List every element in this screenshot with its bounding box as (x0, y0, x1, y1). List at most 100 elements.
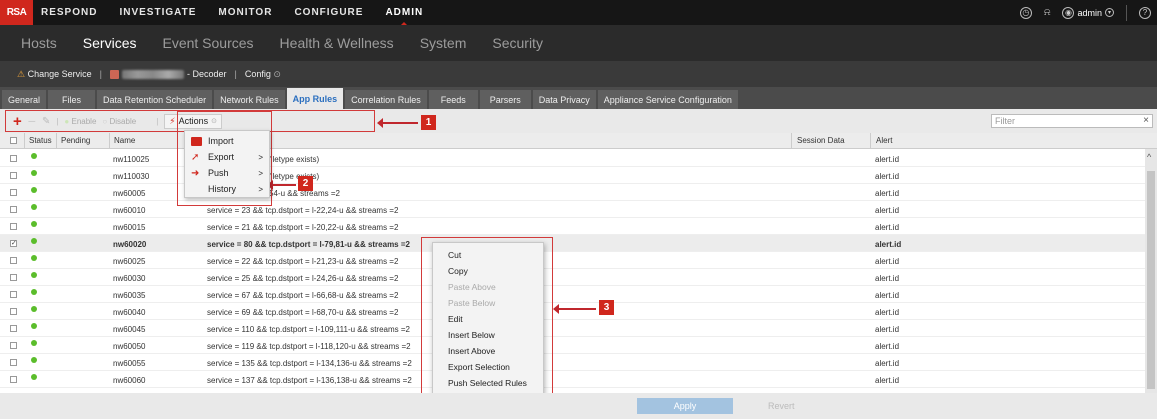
menu-item-export[interactable]: ➚ Export > (185, 149, 271, 165)
table-row[interactable]: nw110030filename exists || filetype exis… (0, 167, 1145, 184)
tab-appliance-service-configuration[interactable]: Appliance Service Configuration (597, 90, 738, 109)
subnav-health-wellness[interactable]: Health & Wellness (280, 35, 394, 51)
filter-placeholder: Filter (995, 116, 1015, 126)
nav-monitor[interactable]: MONITOR (218, 7, 272, 18)
rule-name: nw110025 (113, 155, 150, 164)
row-checkbox[interactable] (10, 359, 17, 366)
table-row[interactable]: nw60005 tcp.dstport = l-52,54-u && stream… (0, 184, 1145, 201)
row-checkbox[interactable] (10, 325, 17, 332)
subnav-services[interactable]: Services (83, 35, 137, 51)
nav-respond[interactable]: RESPOND (41, 7, 97, 18)
header-session-data[interactable]: Session Data (797, 136, 845, 145)
table-row[interactable]: nw60050 service = 119 && tcp.dstport = l-… (0, 337, 1145, 354)
row-checkbox[interactable] (10, 172, 17, 179)
subnav-event-sources[interactable]: Event Sources (162, 35, 253, 51)
revert-button[interactable]: Revert (768, 401, 795, 411)
context-item-insert-below[interactable]: Insert Below (448, 330, 495, 340)
tab-data-retention-scheduler[interactable]: Data Retention Scheduler (97, 90, 213, 109)
notification-bell-icon[interactable]: ⍾ (1044, 7, 1051, 18)
tab-files[interactable]: Files (48, 90, 96, 109)
row-checkbox[interactable] (10, 291, 17, 298)
config-dropdown[interactable]: Config ⊙ (245, 69, 281, 80)
table-row[interactable]: nw60010 service = 23 && tcp.dstport = l-2… (0, 201, 1145, 218)
context-item-push-selected-rules[interactable]: Push Selected Rules (448, 378, 527, 388)
callout-1: 1 (421, 115, 436, 130)
tab-feeds[interactable]: Feeds (428, 90, 478, 109)
username: admin (1077, 7, 1102, 18)
row-checkbox[interactable] (10, 189, 17, 196)
table-row[interactable]: nw60015 service = 21 && tcp.dstport = l-2… (0, 218, 1145, 235)
context-item-paste-above[interactable]: Paste Above (448, 282, 496, 292)
tab-app-rules[interactable]: App Rules (286, 88, 344, 109)
select-all-checkbox[interactable] (10, 137, 17, 144)
context-item-paste-below[interactable]: Paste Below (448, 298, 495, 308)
tab-network-rules[interactable]: Network Rules (214, 90, 285, 109)
context-item-insert-above[interactable]: Insert Above (448, 346, 495, 356)
history-icon-placeholder (191, 185, 202, 194)
header-pending[interactable]: Pending (61, 136, 90, 145)
tab-data-privacy[interactable]: Data Privacy (532, 90, 596, 109)
change-service-button[interactable]: ⚠ Change Service (17, 69, 92, 80)
table-row[interactable]: nw60055 service = 135 && tcp.dstport = l-… (0, 354, 1145, 371)
row-checkbox[interactable]: ✓ (10, 240, 17, 247)
app-rules-table: Status Pending Name Session Data Alert n… (0, 133, 1157, 393)
subnav-hosts[interactable]: Hosts (21, 35, 57, 51)
callout-3: 3 (599, 300, 614, 315)
table-row[interactable]: nw60060 service = 137 && tcp.dstport = l-… (0, 371, 1145, 388)
context-item-edit[interactable]: Edit (448, 314, 463, 324)
rule-condition: service = 22 && tcp.dstport = l-21,23-u … (207, 257, 399, 266)
rule-alert: alert.id (875, 155, 900, 164)
row-checkbox[interactable] (10, 257, 17, 264)
scrollbar-thumb[interactable] (1147, 171, 1155, 389)
menu-item-history[interactable]: History > (185, 181, 271, 197)
row-checkbox[interactable] (10, 376, 17, 383)
header-status[interactable]: Status (29, 136, 52, 145)
row-checkbox[interactable] (10, 155, 17, 162)
subnav-system[interactable]: System (420, 35, 467, 51)
rsa-logo[interactable]: RSA (0, 0, 33, 25)
table-row[interactable]: ✓ nw60020 service = 80 && tcp.dstport = l-… (0, 235, 1145, 252)
table-row[interactable]: nw60035 service = 67 && tcp.dstport = l-6… (0, 286, 1145, 303)
help-icon[interactable]: ? (1139, 6, 1151, 19)
vertical-scrollbar[interactable]: ^ (1145, 149, 1157, 393)
divider: | (99, 69, 102, 79)
tab-general[interactable]: General (2, 90, 47, 109)
status-dot-icon (31, 255, 37, 261)
rule-alert: alert.id (875, 172, 900, 181)
timer-icon[interactable]: ◷ (1019, 6, 1032, 19)
table-row[interactable]: nw60030 service = 25 && tcp.dstport = l-2… (0, 269, 1145, 286)
menu-item-push[interactable]: ➜ Push > (185, 165, 271, 181)
nav-investigate[interactable]: INVESTIGATE (119, 7, 196, 18)
nav-configure[interactable]: CONFIGURE (294, 7, 363, 18)
rule-condition: service = 67 && tcp.dstport = l-66,68-u … (207, 291, 399, 300)
row-checkbox[interactable] (10, 274, 17, 281)
header-name[interactable]: Name (114, 136, 135, 145)
table-row[interactable]: nw60040 service = 69 && tcp.dstport = l-6… (0, 303, 1145, 320)
menu-item-import[interactable]: Import (185, 133, 271, 149)
header-alert[interactable]: Alert (876, 136, 892, 145)
subnav-security[interactable]: Security (492, 35, 543, 51)
context-item-cut[interactable]: Cut (448, 250, 461, 260)
context-item-export-selection[interactable]: Export Selection (448, 362, 510, 372)
table-row[interactable]: nw110025filename exists || filetype exis… (0, 150, 1145, 167)
user-menu[interactable]: ◉ admin ▾ (1062, 6, 1114, 19)
annotation-arrow-2 (267, 180, 296, 190)
top-nav: RESPOND INVESTIGATE MONITOR CONFIGURE AD… (41, 0, 445, 25)
clear-filter-icon[interactable]: × (1143, 115, 1149, 126)
table-row[interactable]: nw60025 service = 22 && tcp.dstport = l-2… (0, 252, 1145, 269)
table-row[interactable]: nw60045 service = 110 && tcp.dstport = l-… (0, 320, 1145, 337)
tab-parsers[interactable]: Parsers (479, 90, 531, 109)
row-checkbox[interactable] (10, 206, 17, 213)
config-tabs: General Files Data Retention Scheduler N… (0, 87, 1157, 109)
context-item-copy[interactable]: Copy (448, 266, 468, 276)
nav-admin[interactable]: ADMIN (385, 7, 423, 25)
service-selector[interactable]: - Decoder (109, 69, 227, 79)
filter-input[interactable]: Filter × (991, 114, 1153, 128)
row-checkbox[interactable] (10, 342, 17, 349)
status-dot-icon (31, 306, 37, 312)
apply-button[interactable]: Apply (637, 398, 733, 414)
tab-correlation-rules[interactable]: Correlation Rules (345, 90, 427, 109)
row-checkbox[interactable] (10, 308, 17, 315)
row-checkbox[interactable] (10, 223, 17, 230)
chevron-up-icon[interactable]: ^ (1147, 152, 1151, 162)
